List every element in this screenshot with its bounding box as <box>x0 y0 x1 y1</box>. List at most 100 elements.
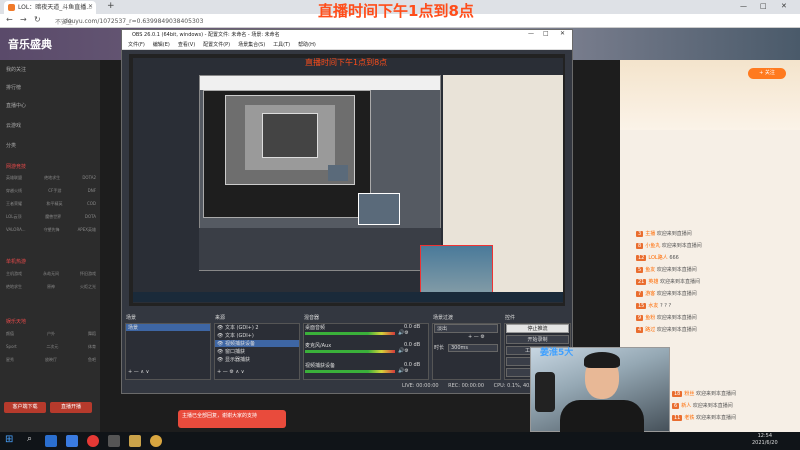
source-item[interactable]: 👁 显示器捕获 <box>217 356 250 363</box>
window-close-icon[interactable]: ✕ <box>781 2 787 10</box>
menu-scene-collection[interactable]: 场景集合(S) <box>238 42 265 48</box>
start-recording-button[interactable]: 开始录制 <box>506 335 569 344</box>
chat-text: 欢迎来到本直播间 <box>656 327 697 333</box>
window-maximize-icon[interactable]: □ <box>760 2 767 10</box>
chat-user[interactable]: 小鱼丸 <box>645 243 660 249</box>
chat-user[interactable]: 鱼粉 <box>645 315 655 321</box>
game-link[interactable]: VALORA... <box>6 227 26 233</box>
obs-minimize-icon[interactable]: — <box>528 30 534 37</box>
chat-user[interactable]: 主播 <box>645 231 655 237</box>
reload-button[interactable]: ↻ <box>34 15 41 24</box>
game-link[interactable]: 原神 <box>47 284 55 290</box>
dock-source-title: 来源 <box>215 315 226 321</box>
game-link[interactable]: 和平精英 <box>46 201 62 207</box>
game-link[interactable]: 守望先锋 <box>44 227 60 233</box>
app-icon[interactable] <box>66 435 78 447</box>
game-link[interactable]: 魔兽世界 <box>45 214 61 220</box>
menu-file[interactable]: 文件(F) <box>128 42 145 48</box>
chat-user[interactable]: 游客 <box>645 291 655 297</box>
window-minimize-icon[interactable]: — <box>740 2 747 10</box>
tab-close-icon[interactable]: ✕ <box>88 3 93 10</box>
client-download-button[interactable]: 客户端下载 <box>4 402 46 413</box>
chat-user[interactable]: 新人 <box>681 403 691 409</box>
forward-button[interactable]: → <box>20 15 27 24</box>
game-link[interactable]: 舞蹈 <box>88 331 96 337</box>
chat-user[interactable]: 路过 <box>645 327 655 333</box>
mixer-mute-icon[interactable]: 🔊⚙ <box>398 330 409 336</box>
start-menu-icon[interactable]: ⊞ <box>5 434 13 445</box>
chat-user[interactable]: 水友 <box>648 303 658 309</box>
game-link[interactable]: 户外 <box>47 331 55 337</box>
game-link[interactable]: APEX英雄 <box>78 227 96 233</box>
search-icon[interactable]: ⌕ <box>27 434 32 444</box>
new-tab-button[interactable]: + <box>107 1 115 11</box>
game-link[interactable]: 星秀 <box>6 357 14 363</box>
mixer-mute-icon[interactable]: 🔊⚙ <box>398 368 409 374</box>
douyu-favicon-icon <box>8 4 15 11</box>
scene-add-icon[interactable]: + — ∧ ∨ <box>128 369 149 375</box>
game-link[interactable]: DOTA2 <box>82 175 96 181</box>
obs-maximize-icon[interactable]: □ <box>543 30 549 37</box>
taskbar-clock[interactable]: 12:54 2021/6/20 <box>752 433 778 447</box>
game-link[interactable]: 火炬之光 <box>80 284 96 290</box>
game-link[interactable]: 二次元 <box>46 344 58 350</box>
chat-user[interactable]: LOL路人 <box>648 255 667 261</box>
menu-help[interactable]: 帮助(H) <box>298 42 316 48</box>
game-link[interactable]: CF手游 <box>48 188 61 194</box>
obs-icon[interactable] <box>108 435 120 447</box>
source-add-icon[interactable]: + — ⚙ ∧ ∨ <box>217 369 244 375</box>
back-button[interactable]: ← <box>6 15 13 24</box>
transition-add-icon[interactable]: + — ⚙ <box>468 334 485 340</box>
game-link[interactable]: 绝地求生 <box>6 284 22 290</box>
chat-user[interactable]: 鱼友 <box>645 267 655 273</box>
sidebar-item-center[interactable]: 直播中心 <box>6 102 26 109</box>
game-link[interactable]: LOL云顶 <box>6 214 21 220</box>
menu-edit[interactable]: 编辑(E) <box>153 42 170 48</box>
chat-user[interactable]: 老铁 <box>684 415 694 421</box>
start-live-button[interactable]: 直播开播 <box>50 402 92 413</box>
netease-icon[interactable] <box>87 435 99 447</box>
obs-close-icon[interactable]: ✕ <box>560 30 565 37</box>
streamer-body <box>560 400 644 432</box>
sidebar-item-rank[interactable]: 排行榜 <box>6 84 21 91</box>
sidebar-item-follow[interactable]: 我的关注 <box>6 66 26 73</box>
transition-select[interactable]: 淡出 <box>434 324 498 333</box>
game-link[interactable]: 永劫无间 <box>43 271 59 277</box>
source-item[interactable]: 👁 文本 (GDI+) 2 <box>217 324 259 331</box>
duration-input[interactable]: 300ms <box>448 344 498 352</box>
game-link[interactable]: DOTA <box>85 214 96 220</box>
follow-button[interactable]: + 关注 <box>748 68 786 79</box>
game-link[interactable]: 体育 <box>88 344 96 350</box>
edge-icon[interactable] <box>45 435 57 447</box>
game-link[interactable]: Sport <box>6 344 17 350</box>
game-link[interactable]: 穿越火线 <box>6 188 22 194</box>
game-icon[interactable] <box>150 435 162 447</box>
chat-user[interactable]: 英雄 <box>648 279 658 285</box>
browser-tab[interactable]: LOL：暗夜天道_斗鱼直播... <box>4 1 96 14</box>
chat-text: 欢迎来到本直播间 <box>656 267 697 273</box>
mixer-mute-icon[interactable]: 🔊⚙ <box>398 348 409 354</box>
game-link[interactable]: 怀旧游戏 <box>80 271 96 277</box>
game-link[interactable]: 颜值 <box>6 331 14 337</box>
game-link[interactable]: COD <box>87 201 96 207</box>
chat-user[interactable]: 粉丝 <box>684 391 694 397</box>
game-link[interactable]: 主机游戏 <box>6 271 22 277</box>
menu-view[interactable]: 查看(V) <box>178 42 195 48</box>
league-icon[interactable] <box>129 435 141 447</box>
game-link[interactable]: 英雄联盟 <box>6 175 22 181</box>
sidebar-item-category[interactable]: 分类 <box>6 142 16 149</box>
game-link[interactable]: 王者荣耀 <box>6 201 22 207</box>
source-item[interactable]: 👁 窗口捕获 <box>217 348 245 355</box>
game-link[interactable]: 放映厅 <box>45 357 57 363</box>
site-logo[interactable]: 音乐盛典 <box>8 36 52 52</box>
menu-tools[interactable]: 工具(T) <box>273 42 290 48</box>
sidebar-item-cloud[interactable]: 云游戏 <box>6 122 21 129</box>
game-link[interactable]: 鱼吧 <box>88 357 96 363</box>
source-item[interactable]: 👁 视频捕获设备 <box>215 340 299 347</box>
stop-streaming-button[interactable]: 停止推流 <box>506 324 569 333</box>
source-item[interactable]: 👁 文本 (GDI+) <box>217 332 254 339</box>
scene-item[interactable]: 场景 <box>126 324 210 331</box>
menu-profile[interactable]: 配置文件(P) <box>203 42 230 48</box>
game-link[interactable]: 绝地求生 <box>44 175 60 181</box>
game-link[interactable]: DNF <box>88 188 96 194</box>
